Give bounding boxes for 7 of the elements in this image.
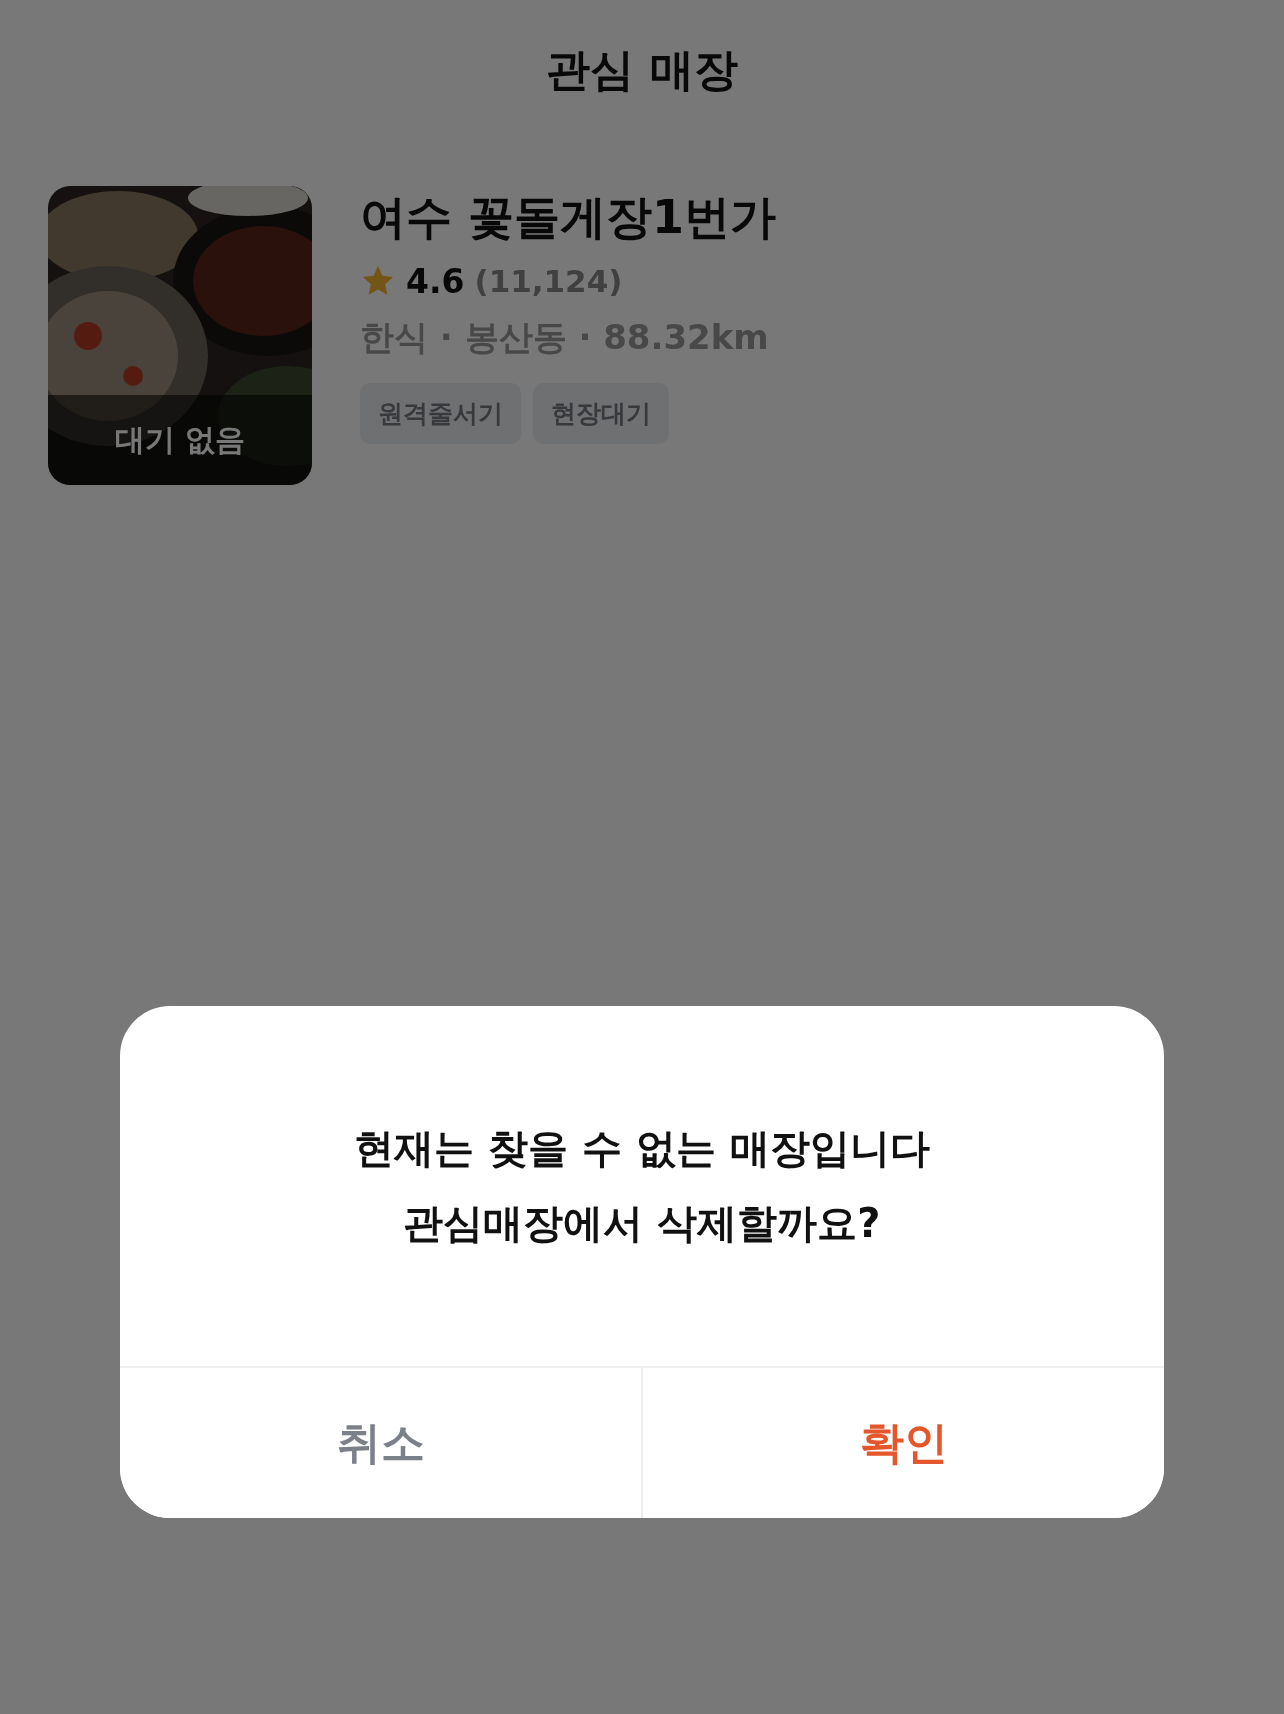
screen-title: 관심 매장 <box>545 42 739 97</box>
dialog-message: 관심매장에서 삭제할까요? <box>403 1199 881 1248</box>
store-name: 여수 꽃돌게장1번가 <box>360 189 777 246</box>
rating-value: 4.6 <box>406 261 465 301</box>
dialog-message: 현재는 찾을 수 없는 매장입니다 <box>354 1124 930 1173</box>
review-count: (11,124) <box>474 263 623 300</box>
confirm-button[interactable]: 확인 <box>641 1368 1164 1518</box>
